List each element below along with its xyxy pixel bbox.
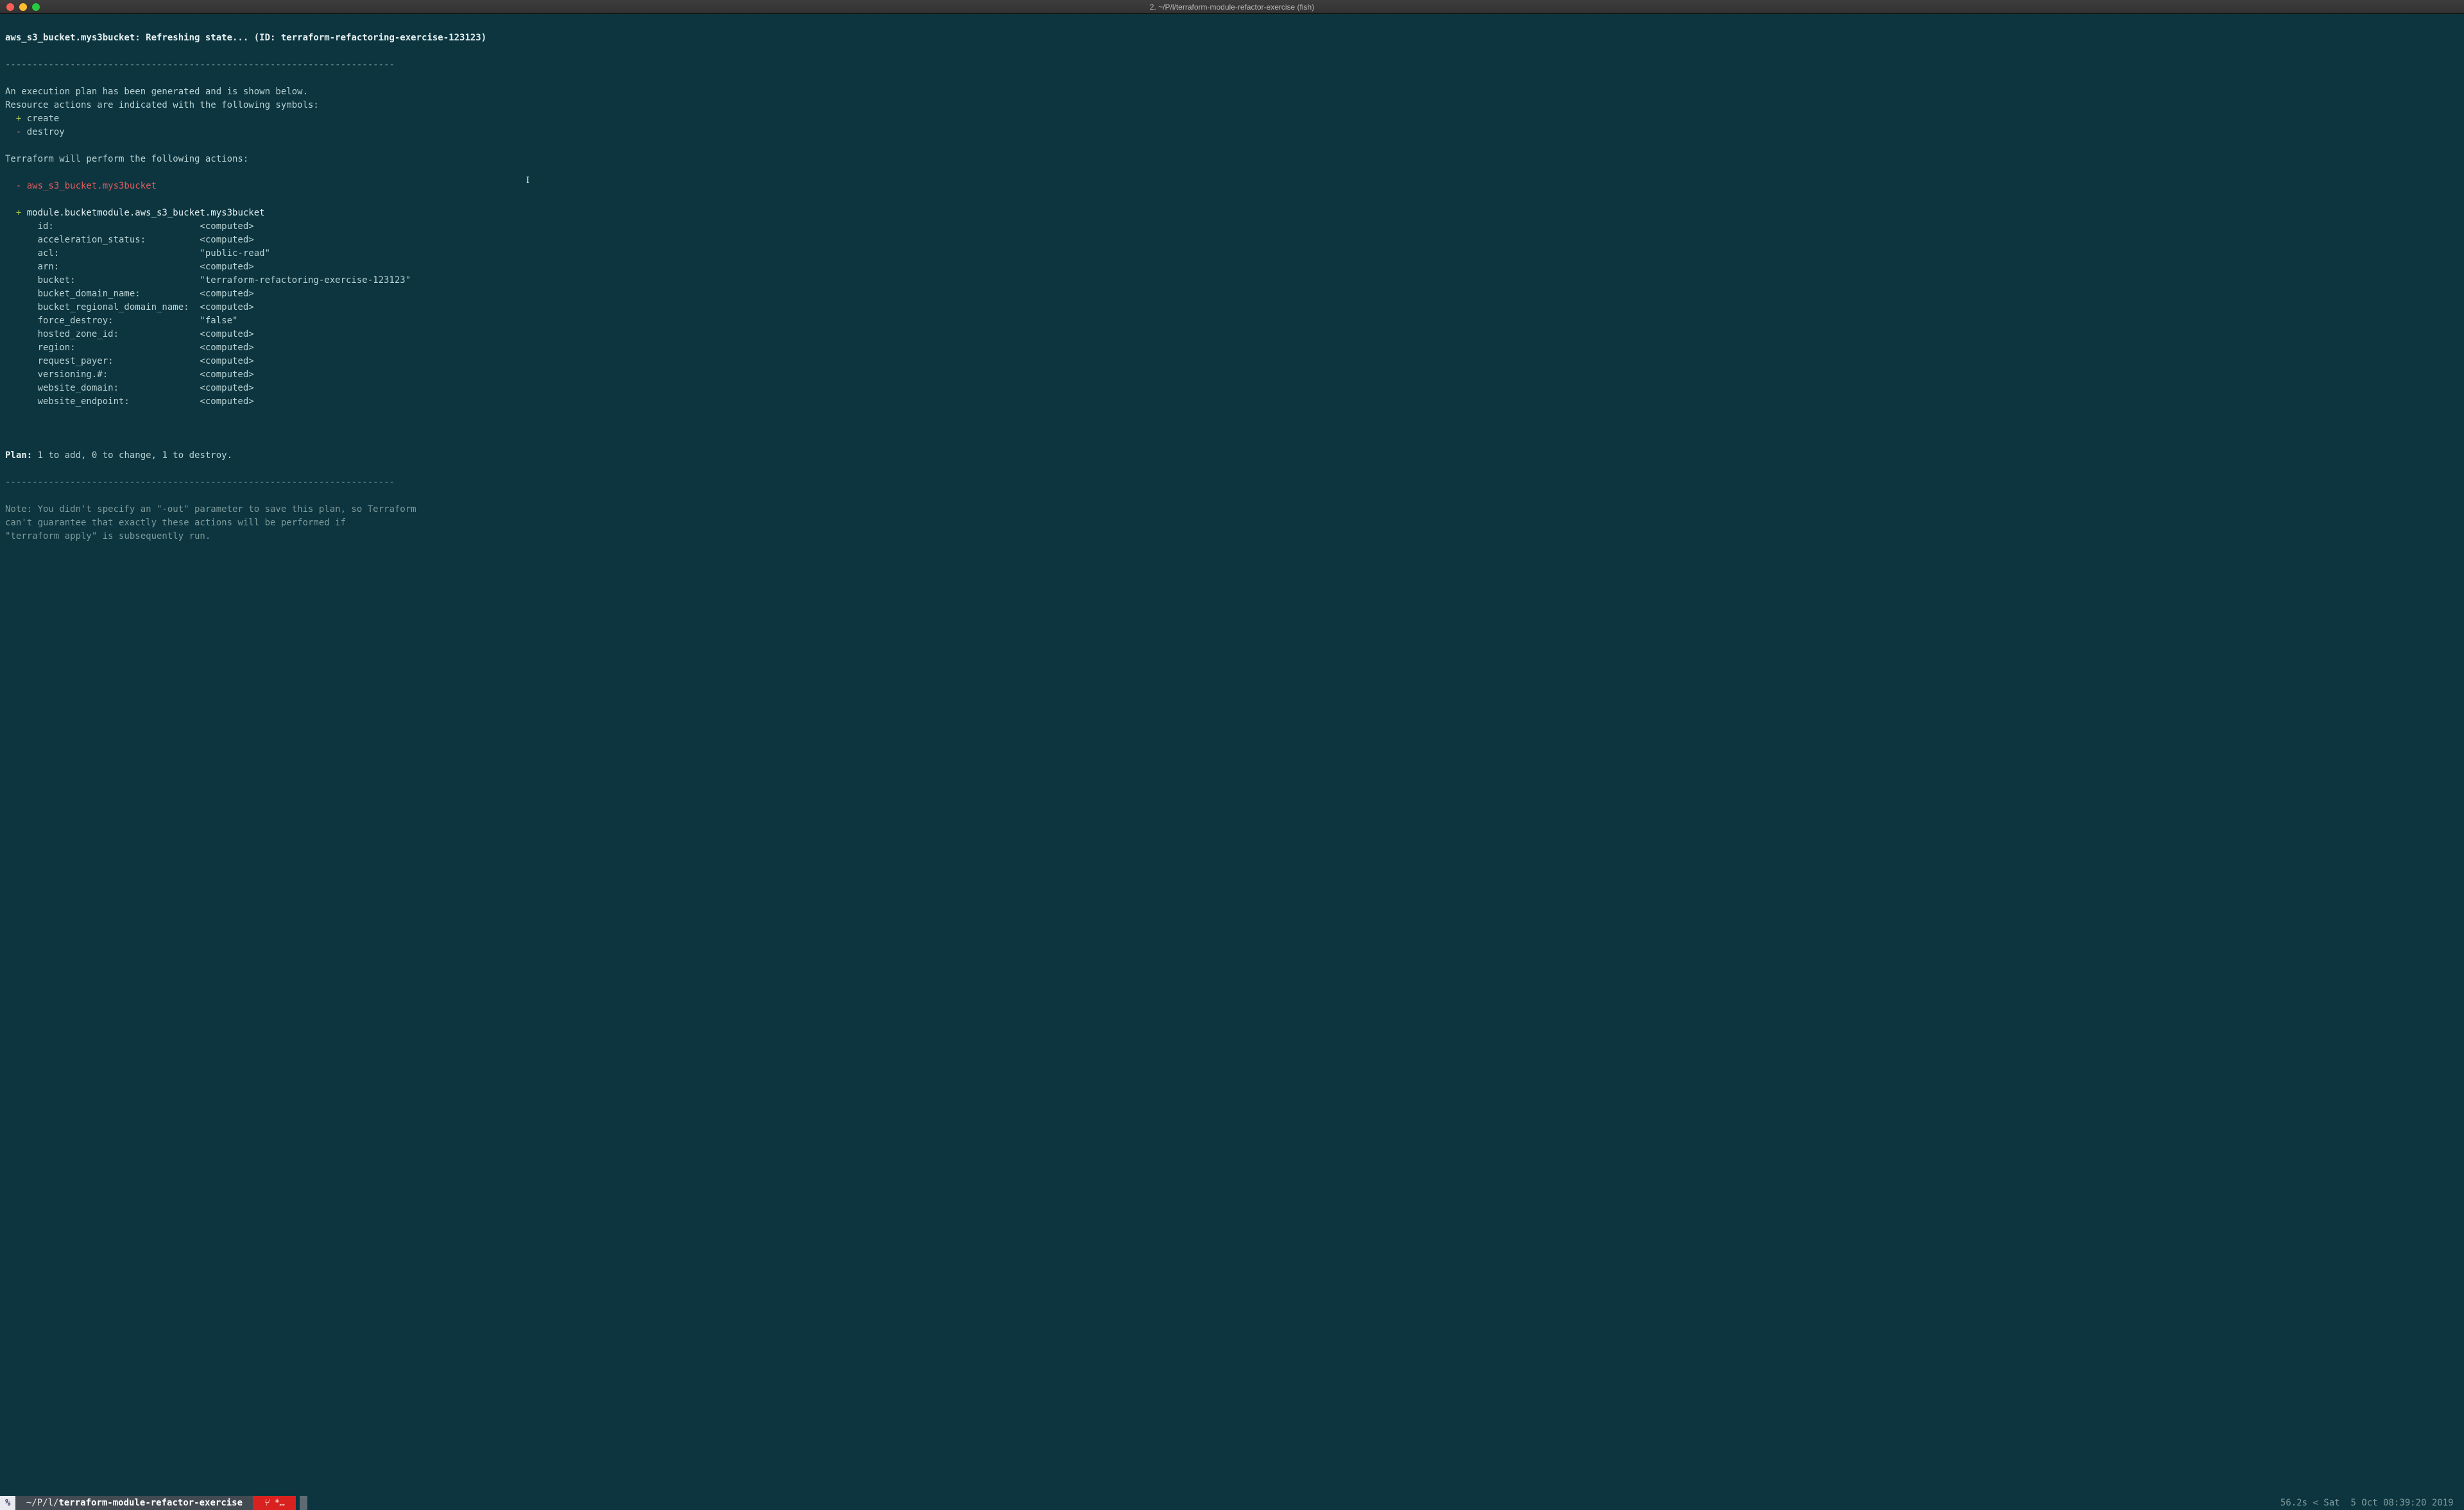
status-right: 56.2s < Sat 5 Oct 08:39:20 2019 <box>2275 1496 2464 1510</box>
minus-icon: - <box>5 181 27 191</box>
divider: ----------------------------------------… <box>5 60 395 70</box>
attribute-value: "terraform-refactoring-exercise-123123" <box>200 274 411 287</box>
prompt-cursor-block[interactable] <box>300 1496 307 1510</box>
attribute-key: id: <box>38 220 200 233</box>
attribute-row: request_payer:<computed> <box>5 355 2459 368</box>
attribute-row: arn:<computed> <box>5 260 2459 274</box>
note-line-3: "terraform apply" is subsequently run. <box>5 531 210 541</box>
attribute-value: <computed> <box>200 328 253 341</box>
attribute-row: hosted_zone_id:<computed> <box>5 328 2459 341</box>
window-title: 2. ~/P/l/terraform-module-refactor-exerc… <box>0 1 2464 13</box>
path-prefix: ~/P/l/ <box>21 1497 58 1510</box>
exec-plan-intro-2: Resource actions are indicated with the … <box>5 100 319 110</box>
attribute-key: website_domain: <box>38 382 200 395</box>
terminal-window: 2. ~/P/l/terraform-module-refactor-exerc… <box>0 0 2464 1510</box>
attribute-key: force_destroy: <box>38 314 200 328</box>
attribute-row: website_domain:<computed> <box>5 382 2459 395</box>
attribute-row: website_endpoint:<computed> <box>5 395 2459 409</box>
attribute-value: <computed> <box>200 355 253 368</box>
attribute-row: bucket_regional_domain_name:<computed> <box>5 301 2459 314</box>
attribute-key: bucket_regional_domain_name: <box>38 301 200 314</box>
minus-icon: - <box>5 127 21 137</box>
attribute-value: <computed> <box>200 220 253 233</box>
actions-heading: Terraform will perform the following act… <box>5 154 248 164</box>
attribute-value: "false" <box>200 314 237 328</box>
attribute-value: <computed> <box>200 287 253 301</box>
minimize-icon[interactable] <box>19 3 27 11</box>
attribute-key: arn: <box>38 260 200 274</box>
traffic-lights <box>0 3 40 11</box>
attribute-key: acceleration_status: <box>38 233 200 247</box>
attribute-row: id:<computed> <box>5 220 2459 233</box>
legend-destroy: - destroy <box>5 127 65 137</box>
attribute-key: website_endpoint: <box>38 395 200 409</box>
refresh-state-line: aws_s3_bucket.mys3bucket: Refreshing sta… <box>5 33 486 43</box>
legend-destroy-label: destroy <box>21 127 64 137</box>
zoom-icon[interactable] <box>32 3 40 11</box>
create-resource-line: + module.bucketmodule.aws_s3_bucket.mys3… <box>5 208 265 218</box>
legend-create: + create <box>5 114 59 124</box>
resource-attributes: id:<computed> acceleration_status:<compu… <box>5 220 2459 409</box>
attribute-value: <computed> <box>200 260 253 274</box>
attribute-row: force_destroy:"false" <box>5 314 2459 328</box>
attribute-key: hosted_zone_id: <box>38 328 200 341</box>
terminal-output[interactable]: aws_s3_bucket.mys3bucket: Refreshing sta… <box>0 14 2464 1496</box>
attribute-key: request_payer: <box>38 355 200 368</box>
attribute-row: acl:"public-read" <box>5 247 2459 260</box>
attribute-value: <computed> <box>200 382 253 395</box>
attribute-key: bucket_domain_name: <box>38 287 200 301</box>
create-resource-name: module.bucketmodule.aws_s3_bucket.mys3bu… <box>27 208 265 218</box>
destroy-resource-line: - aws_s3_bucket.mys3bucket <box>5 181 157 191</box>
plus-icon: + <box>5 208 27 218</box>
attribute-key: acl: <box>38 247 200 260</box>
prompt-percent: % <box>0 1496 15 1510</box>
text-cursor-icon: I <box>526 173 529 188</box>
titlebar[interactable]: 2. ~/P/l/terraform-module-refactor-exerc… <box>0 0 2464 14</box>
attribute-key: bucket: <box>38 274 200 287</box>
close-icon[interactable] <box>6 3 14 11</box>
attribute-row: bucket_domain_name:<computed> <box>5 287 2459 301</box>
attribute-row: region:<computed> <box>5 341 2459 355</box>
destroy-resource-name: aws_s3_bucket.mys3bucket <box>27 181 157 191</box>
attribute-value: "public-read" <box>200 247 270 260</box>
note-line-2: can't guarantee that exactly these actio… <box>5 518 346 528</box>
legend-create-label: create <box>21 114 59 124</box>
plan-summary: Plan: 1 to add, 0 to change, 1 to destro… <box>5 450 232 461</box>
attribute-row: bucket:"terraform-refactoring-exercise-1… <box>5 274 2459 287</box>
attribute-key: region: <box>38 341 200 355</box>
attribute-value: <computed> <box>200 301 253 314</box>
status-bar: % ~/P/l/terraform-module-refactor-exerci… <box>0 1496 2464 1510</box>
git-status-segment: ⑂ *… <box>253 1496 296 1510</box>
plan-rest: 1 to add, 0 to change, 1 to destroy. <box>32 450 232 461</box>
attribute-key: versioning.#: <box>38 368 200 382</box>
prompt-path: ~/P/l/terraform-module-refactor-exercise <box>15 1496 253 1510</box>
divider: ----------------------------------------… <box>5 477 395 488</box>
attribute-value: <computed> <box>200 341 253 355</box>
note-line-1: Note: You didn't specify an "-out" param… <box>5 504 416 514</box>
attribute-row: versioning.#:<computed> <box>5 368 2459 382</box>
attribute-row: acceleration_status:<computed> <box>5 233 2459 247</box>
attribute-value: <computed> <box>200 395 253 409</box>
exec-plan-intro-1: An execution plan has been generated and… <box>5 87 308 97</box>
path-dirname: terraform-module-refactor-exercise <box>58 1497 248 1510</box>
plan-label: Plan: <box>5 450 32 461</box>
attribute-value: <computed> <box>200 368 253 382</box>
plus-icon: + <box>5 114 21 124</box>
attribute-value: <computed> <box>200 233 253 247</box>
